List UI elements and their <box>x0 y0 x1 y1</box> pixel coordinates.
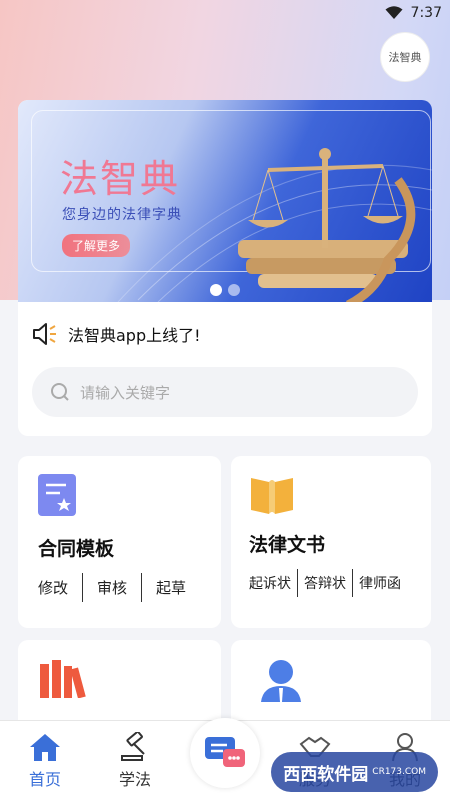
status-bar: 7:37 <box>0 0 450 26</box>
home-main-card: 法智典 您身边的法律字典 了解更多 法智典app上线了! 请输入关键字 <box>18 100 432 436</box>
open-book-icon <box>251 478 293 514</box>
speaker-icon <box>33 323 56 345</box>
banner-title: 法智典 <box>60 157 181 201</box>
document-actions: 起诉状 答辩状 律师函 <box>249 569 413 597</box>
carousel-dot-2[interactable] <box>228 284 240 296</box>
defense-link[interactable]: 答辩状 <box>297 569 352 597</box>
learn-more-button[interactable]: 了解更多 <box>62 234 131 257</box>
wifi-icon <box>385 6 403 19</box>
search-input[interactable]: 请输入关键字 <box>32 367 418 417</box>
site-watermark: 西西软件园 CR173.COM <box>271 752 438 792</box>
scales-of-justice-icon <box>238 148 416 302</box>
contract-edit-link[interactable]: 修改 <box>38 573 82 602</box>
tab-study-law[interactable]: 学法 <box>90 721 180 800</box>
app-logo[interactable]: 法智典 <box>380 32 430 82</box>
contract-template-title: 合同模板 <box>38 538 115 560</box>
contract-draft-link[interactable]: 起草 <box>141 573 200 602</box>
legal-document-card[interactable]: 法律文书 起诉状 答辩状 律师函 <box>231 456 431 628</box>
carousel-dot-1[interactable] <box>210 284 222 296</box>
contract-template-card[interactable]: 合同模板 修改 审核 起草 <box>18 456 221 628</box>
chat-button[interactable] <box>190 718 260 788</box>
watermark-sub: CR173.COM <box>372 767 426 777</box>
search-placeholder: 请输入关键字 <box>80 383 171 402</box>
law-books-card[interactable] <box>18 640 221 730</box>
watermark-text: 西西软件园 <box>283 764 369 785</box>
status-time: 7:37 <box>410 5 442 21</box>
search-icon <box>51 383 69 401</box>
carousel-dots[interactable] <box>210 284 240 296</box>
announcement-bar[interactable]: 法智典app上线了! <box>32 322 201 346</box>
promo-banner[interactable]: 法智典 您身边的法律字典 了解更多 <box>18 100 432 302</box>
complaint-link[interactable]: 起诉状 <box>249 569 297 597</box>
contract-review-link[interactable]: 审核 <box>82 573 141 602</box>
lawyer-card[interactable] <box>231 640 431 730</box>
announcement-text: 法智典app上线了! <box>68 326 201 345</box>
banner-subtitle: 您身边的法律字典 <box>62 207 182 223</box>
chat-icon <box>205 737 245 767</box>
gavel-icon <box>121 732 145 761</box>
home-icon <box>30 734 60 761</box>
lawyer-letter-link[interactable]: 律师函 <box>352 569 401 597</box>
contract-template-icon <box>38 474 76 516</box>
books-icon <box>40 660 86 699</box>
lawyer-icon <box>261 660 301 702</box>
tab-study-law-label: 学法 <box>118 770 151 789</box>
tab-home[interactable]: 首页 <box>0 721 90 800</box>
legal-document-title: 法律文书 <box>249 534 326 556</box>
tab-home-label: 首页 <box>28 770 61 789</box>
contract-actions: 修改 审核 起草 <box>38 573 201 602</box>
